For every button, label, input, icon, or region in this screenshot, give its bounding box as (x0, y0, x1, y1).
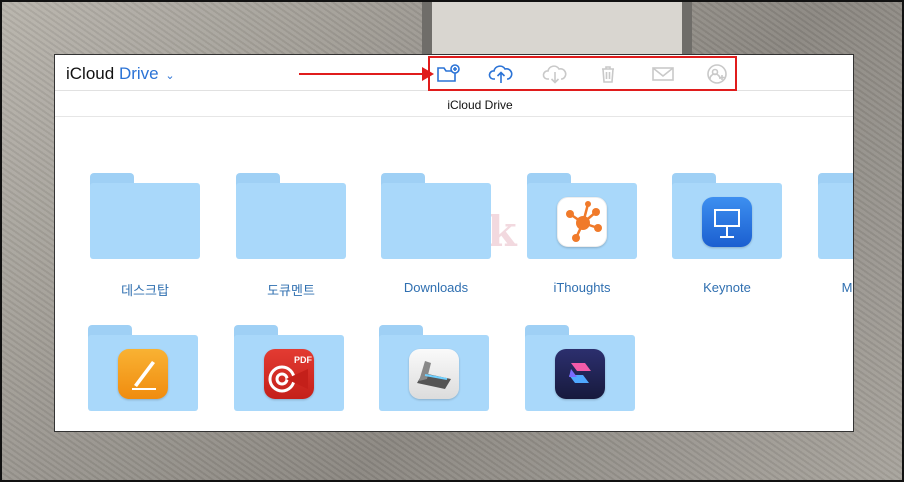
folder-pdf-expert[interactable]: PDF (234, 325, 344, 413)
pdf-expert-icon: PDF (264, 349, 314, 399)
app-title-menu[interactable]: iCloud Drive ⌄ (66, 64, 175, 84)
notebook-background (422, 2, 692, 62)
current-folder-title: iCloud Drive (447, 98, 513, 112)
folder-icon (818, 183, 853, 259)
folder-partial[interactable] (818, 173, 853, 261)
mail-icon[interactable] (650, 63, 676, 85)
upload-icon[interactable] (488, 63, 514, 85)
download-icon[interactable] (542, 63, 568, 85)
app-title-icloud: iCloud (66, 64, 115, 83)
folder-icon (90, 183, 200, 259)
folder-keynote[interactable] (672, 173, 782, 261)
pages-icon (118, 349, 168, 399)
share-user-icon[interactable] (704, 63, 730, 85)
folder-icon (236, 183, 346, 259)
trash-icon[interactable] (595, 63, 621, 85)
folder-label[interactable]: Downloads (371, 280, 501, 295)
ithoughts-icon (557, 197, 607, 247)
folder-label[interactable]: Keynote (662, 280, 792, 295)
folder-label[interactable]: 데스크탑 (80, 280, 210, 299)
toolbar-highlight (428, 56, 737, 91)
folder-shortcuts[interactable] (525, 325, 635, 413)
icloud-drive-window: iCloud Drive ⌄ iCloud Drive 데스크탑 도큐멘트 Do… (54, 54, 854, 432)
folder-ithoughts[interactable] (527, 173, 637, 261)
folder-label[interactable]: iThoughts (517, 280, 647, 295)
app-title-drive: Drive (118, 64, 159, 83)
new-folder-icon[interactable] (435, 63, 461, 85)
folder-icon (381, 183, 491, 259)
folder-downloads[interactable] (381, 173, 491, 261)
title-bar: iCloud Drive ⌄ (55, 55, 853, 91)
folder-documents[interactable] (236, 173, 346, 261)
folder-desktop[interactable] (90, 173, 200, 261)
keynote-icon (702, 197, 752, 247)
annotation-arrow (299, 67, 434, 81)
shortcuts-icon (555, 349, 605, 399)
folder-label[interactable]: M (782, 280, 853, 295)
folder-scanner[interactable] (379, 325, 489, 413)
scanner-icon (409, 349, 459, 399)
folder-pages[interactable] (88, 325, 198, 413)
folder-label[interactable]: 도큐멘트 (226, 280, 356, 299)
svg-text:PDF: PDF (294, 355, 313, 365)
path-bar: iCloud Drive (55, 92, 853, 117)
chevron-down-icon[interactable]: ⌄ (165, 70, 174, 82)
